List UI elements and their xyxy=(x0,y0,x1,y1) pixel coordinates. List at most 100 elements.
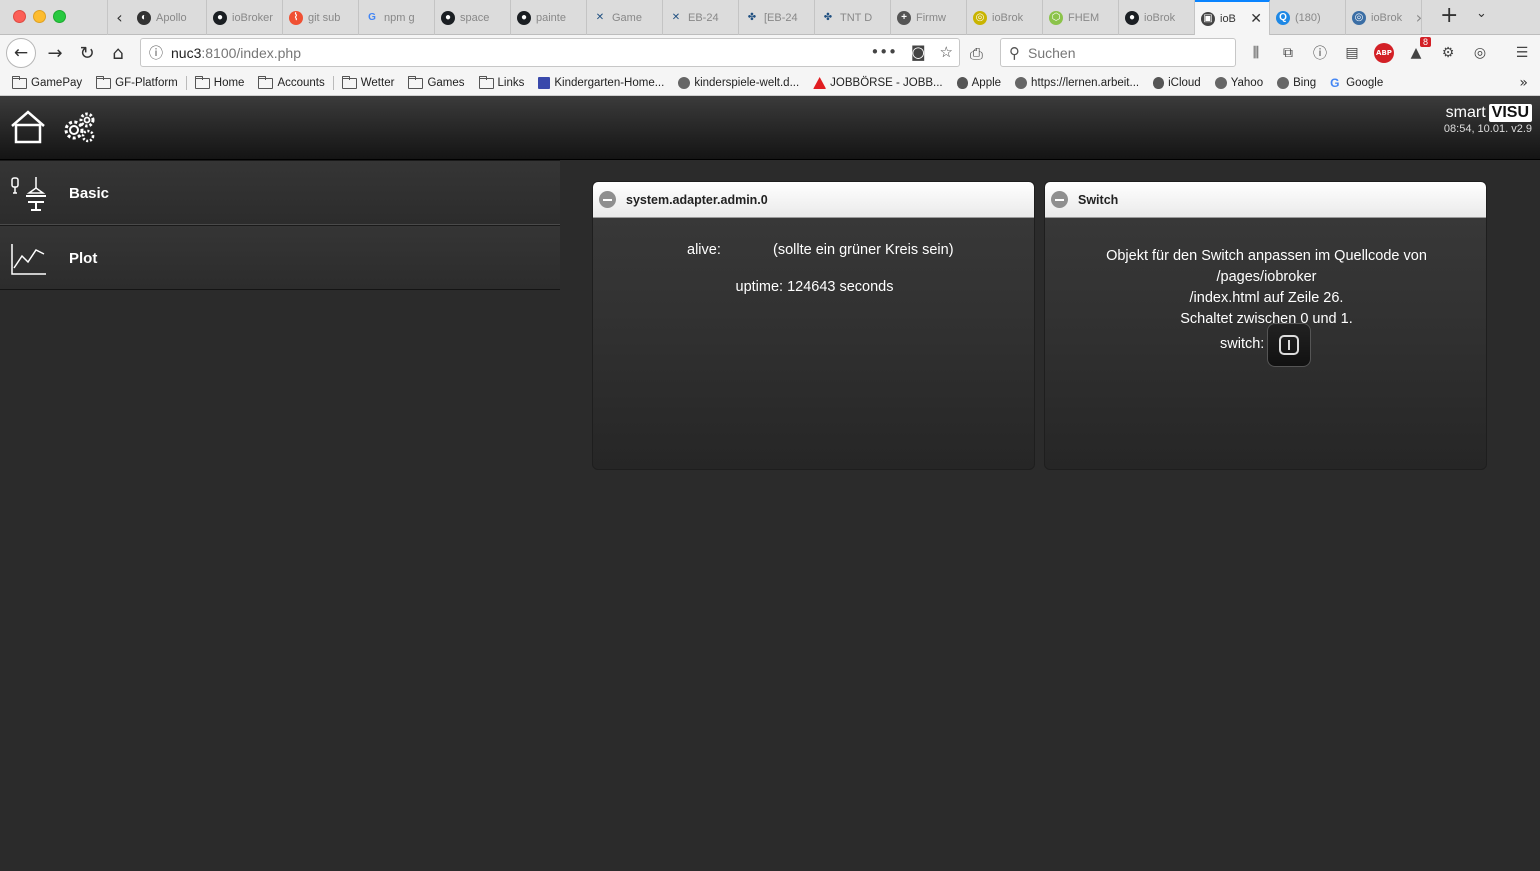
confluence-icon: ✕ xyxy=(595,12,605,23)
tab-8[interactable]: ✕ EB-24 xyxy=(663,0,739,35)
bookmark-item[interactable]: JOBBÖRSE - JOBB... xyxy=(813,77,943,89)
collapse-minus-icon[interactable] xyxy=(1051,191,1068,208)
tab-label: ioBrok xyxy=(1144,11,1176,24)
home-icon[interactable] xyxy=(9,108,47,146)
bookmark-label: Kindergarten-Home... xyxy=(554,77,665,89)
extension-target-icon[interactable]: ◎ xyxy=(1470,43,1490,63)
bookmark-label: GamePay xyxy=(31,77,83,89)
apollo-icon: ◐ xyxy=(137,10,151,25)
bookmark-item[interactable]: Accounts xyxy=(258,75,325,89)
info-icon[interactable]: ⓘ xyxy=(141,43,171,63)
minimize-window-button[interactable] xyxy=(33,10,46,23)
bookmark-item[interactable]: Home xyxy=(194,75,244,89)
bookmark-item[interactable]: kinderspiele-welt.d... xyxy=(678,77,799,89)
chevron-double-right-icon[interactable]: » xyxy=(1519,75,1528,91)
bookmark-item[interactable]: Wetter xyxy=(341,75,394,89)
tab-3[interactable]: ⌇ git sub xyxy=(283,0,359,35)
bookmark-item[interactable]: iCloud xyxy=(1153,77,1201,89)
info-circle-icon[interactable]: ⓘ xyxy=(1310,43,1330,63)
settings-gear-icon[interactable] xyxy=(60,108,98,146)
bookmark-label: Links xyxy=(497,77,525,89)
adblock-icon[interactable]: ABP xyxy=(1374,43,1394,63)
alive-label: alive: xyxy=(687,242,721,258)
synced-tabs-icon[interactable]: ⧉ xyxy=(1278,43,1298,63)
home-button[interactable]: ⌂ xyxy=(103,38,133,68)
tab-2[interactable]: ● ioBroker xyxy=(207,0,283,35)
sidebar-icon[interactable]: ▤ xyxy=(1342,43,1362,63)
bookmark-star-icon[interactable]: ☆ xyxy=(940,43,953,61)
switch-label: switch: xyxy=(1220,336,1265,352)
forward-button[interactable]: → xyxy=(40,38,70,68)
bookmark-item[interactable]: Links xyxy=(478,75,525,89)
tab-16[interactable]: Q (180) xyxy=(1270,0,1346,35)
tab-4[interactable]: Gnpm g xyxy=(359,0,435,35)
tab-15[interactable]: ▣ ioB ✕ xyxy=(1195,0,1270,35)
tab-label: ioBrok xyxy=(1371,11,1403,24)
chevron-down-icon[interactable]: ⌄ xyxy=(1476,6,1487,21)
alive-note: (sollte ein grüner Kreis sein) xyxy=(773,242,954,258)
tab-5[interactable]: ● space xyxy=(435,0,511,35)
pocket-icon[interactable]: ◙ xyxy=(911,43,926,61)
print-icon[interactable]: ⎙ xyxy=(970,44,983,64)
new-tab-icon[interactable]: + xyxy=(1440,3,1458,28)
chevron-left-icon[interactable]: ‹ xyxy=(107,0,131,35)
bookmark-item[interactable]: Bing xyxy=(1277,77,1316,89)
bookmark-item[interactable]: GF-Platform xyxy=(96,75,178,89)
power-switch-button[interactable] xyxy=(1267,323,1311,367)
chevron-right-icon[interactable]: › xyxy=(1407,0,1431,35)
extension-gear-icon[interactable]: ⚙ xyxy=(1438,43,1458,63)
visu-icon: ▣ xyxy=(1201,11,1215,26)
bookmark-item[interactable]: G Google xyxy=(1330,77,1383,89)
page-actions-icon[interactable]: ••• xyxy=(870,43,897,61)
tab-6[interactable]: ● painte xyxy=(511,0,587,35)
bookmark-item[interactable]: Games xyxy=(408,75,465,89)
reload-button[interactable]: ↻ xyxy=(72,38,102,68)
url-bar[interactable]: ⓘ nuc3:8100/index.php ••• ◙ ☆ xyxy=(140,38,960,67)
menu-icon[interactable]: ☰ xyxy=(1512,43,1532,63)
close-tab-icon[interactable]: ✕ xyxy=(1250,10,1262,27)
notification-badge: 8 xyxy=(1419,37,1431,47)
bookmark-item[interactable]: Kindergarten-Home... xyxy=(538,77,664,89)
widget-header[interactable]: Switch xyxy=(1045,182,1486,218)
iobroker-blue-icon: ◎ xyxy=(1352,10,1366,25)
tab-label: ioBroker xyxy=(232,11,273,24)
folder-icon xyxy=(194,75,210,89)
library-icon[interactable]: ⫼ xyxy=(1246,43,1266,63)
globe-icon xyxy=(1214,77,1227,89)
g-icon: G xyxy=(1330,76,1340,90)
github-icon: ● xyxy=(213,10,227,25)
tab-14[interactable]: ● ioBrok xyxy=(1119,0,1195,35)
tab-11[interactable]: + Firmw xyxy=(891,0,967,35)
tab-13[interactable]: ⬡ FHEM xyxy=(1043,0,1119,35)
tab-label: git sub xyxy=(308,11,341,24)
tab-7[interactable]: ✕ Game xyxy=(587,0,663,35)
notification-icon[interactable]: ▲ 8 xyxy=(1406,37,1431,63)
url-text[interactable]: nuc3:8100/index.php xyxy=(171,45,301,61)
bookmark-label: Accounts xyxy=(277,77,325,89)
tab-1[interactable]: ◐ Apollo xyxy=(131,0,207,35)
sidebar-item-label: Basic xyxy=(69,185,110,202)
bookmark-item[interactable]: Apple xyxy=(956,77,1001,89)
bookmark-item[interactable]: https://lernen.arbeit... xyxy=(1015,77,1139,89)
folder-icon xyxy=(408,75,424,89)
tab-label: Game xyxy=(612,11,642,24)
iq-icon: Q xyxy=(1276,10,1290,25)
tab-12[interactable]: ◎ ioBrok xyxy=(967,0,1043,35)
back-button[interactable]: ← xyxy=(6,38,36,68)
search-bar[interactable]: ⚲ xyxy=(1000,38,1236,67)
tab-10[interactable]: ✤ TNT D xyxy=(815,0,891,35)
widget-header[interactable]: system.adapter.admin.0 xyxy=(593,182,1034,218)
tab-label: ioBrok xyxy=(992,11,1024,24)
bookmark-item[interactable]: Yahoo xyxy=(1214,77,1263,89)
tab-strip: ◐ Apollo ● ioBroker ⌇ git sub Gnpm g ● space ● pai… xyxy=(131,0,1422,35)
zoom-window-button[interactable] xyxy=(53,10,66,23)
tab-9[interactable]: ✤ [EB-24 xyxy=(739,0,815,35)
bookmark-item[interactable]: GamePay xyxy=(12,75,83,89)
search-input[interactable] xyxy=(1028,44,1218,61)
sidebar-item-basic[interactable]: Basic xyxy=(0,160,560,225)
collapse-minus-icon[interactable] xyxy=(599,191,616,208)
close-window-button[interactable] xyxy=(13,10,26,23)
sidebar-item-plot[interactable]: Plot xyxy=(0,225,560,290)
power-icon xyxy=(1279,335,1299,355)
google-icon: G xyxy=(368,12,376,23)
